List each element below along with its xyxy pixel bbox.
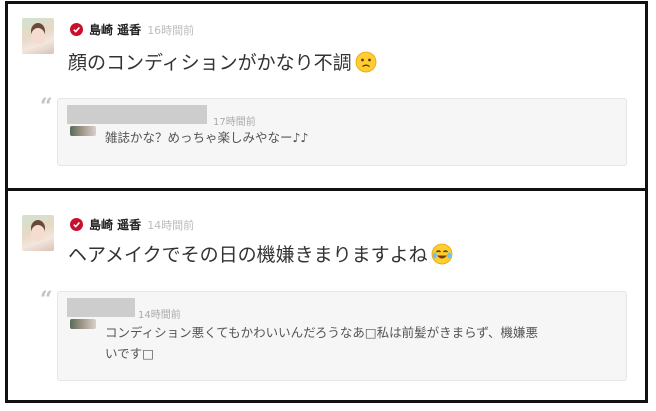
reply-text-line: いです□ xyxy=(105,346,154,361)
reply-text: コンディション悪くてもかわいいんだろうなあ□私は前髪がきまらず、機嫌悪 いです□ xyxy=(105,322,538,364)
reply-text: 雑誌かな？めっちゃ楽しみやなー♪♪ xyxy=(105,127,308,148)
reply-timestamp: 17時間前 xyxy=(213,117,256,128)
comment-card: 島崎 遥香 16時間前 顔のコンディションがかなり不調 “ 17時間前 雑誌かな… xyxy=(5,1,648,191)
sad-face-emoji-icon xyxy=(355,51,377,73)
timestamp: 14時間前 xyxy=(147,218,195,232)
comment-card: 島崎 遥香 14時間前 ヘアメイクでその日の機嫌きまりますよね “ 14時間前 … xyxy=(5,188,648,403)
quote-icon: “ xyxy=(40,287,53,313)
avatar[interactable] xyxy=(22,215,54,251)
comment-text-content: 顔のコンディションがかなり不調 xyxy=(68,52,352,74)
redacted-username xyxy=(67,105,207,124)
tears-of-joy-emoji-icon xyxy=(431,243,453,265)
timestamp: 16時間前 xyxy=(147,23,195,37)
author-name[interactable]: 島崎 遥香 xyxy=(89,216,141,233)
comment-text: ヘアメイクでその日の機嫌きまりますよね xyxy=(68,240,453,267)
quote-icon: “ xyxy=(40,94,53,120)
reply-timestamp: 14時間前 xyxy=(138,310,181,321)
comment-text: 顔のコンディションがかなり不調 xyxy=(68,48,377,75)
comment-text-content: ヘアメイクでその日の機嫌きまりますよね xyxy=(68,244,428,266)
reply-text-line: コンディション悪くてもかわいいんだろうなあ□私は前髪がきまらず、機嫌悪 xyxy=(105,325,539,340)
comment-header: 島崎 遥香 16時間前 xyxy=(70,21,194,38)
reply-avatar[interactable] xyxy=(70,126,96,136)
quoted-reply: 17時間前 雑誌かな？めっちゃ楽しみやなー♪♪ xyxy=(57,98,627,166)
verified-badge-icon xyxy=(70,218,83,231)
quoted-reply: 14時間前 コンディション悪くてもかわいいんだろうなあ□私は前髪がきまらず、機嫌… xyxy=(57,291,627,381)
verified-badge-icon xyxy=(70,23,83,36)
reply-text-line: 雑誌かな？めっちゃ楽しみやなー♪♪ xyxy=(105,130,309,145)
redacted-username xyxy=(67,298,135,317)
author-name[interactable]: 島崎 遥香 xyxy=(89,21,141,38)
comment-header: 島崎 遥香 14時間前 xyxy=(70,216,194,233)
reply-avatar[interactable] xyxy=(70,319,96,329)
avatar[interactable] xyxy=(22,18,54,54)
